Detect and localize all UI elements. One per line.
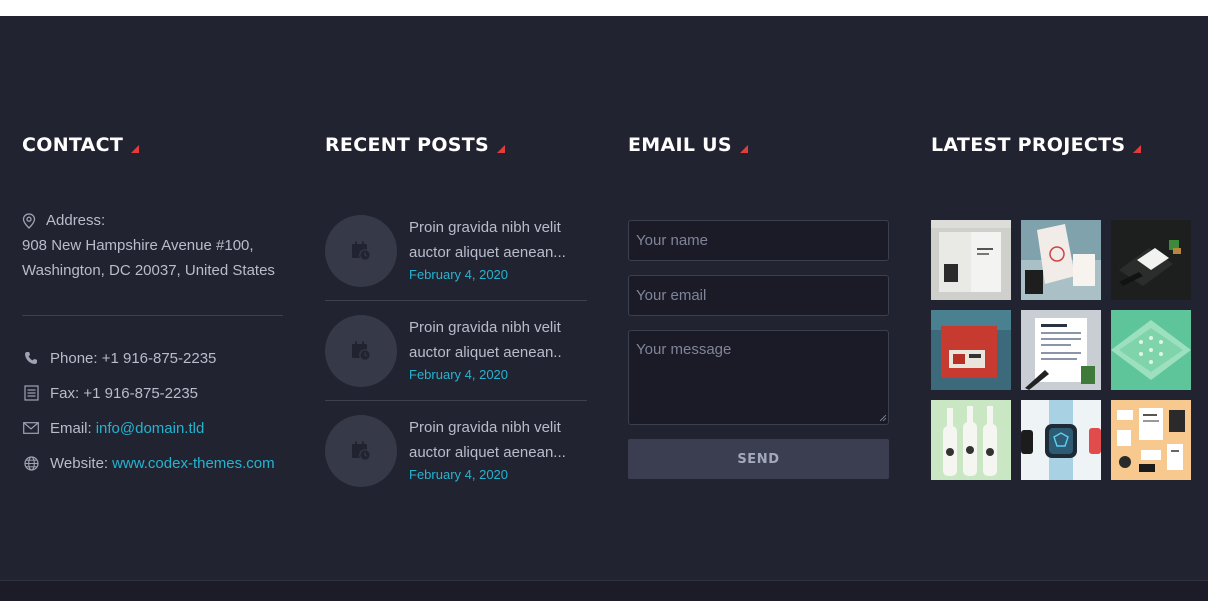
phone-text: Phone: +1 916-875-2235: [50, 349, 217, 367]
heading-corner-mark: [1133, 145, 1142, 153]
heading-corner-mark: [497, 145, 506, 153]
address-line-1: 908 New Hampshire Avenue #100,: [22, 237, 254, 254]
heading-corner-mark: [739, 145, 748, 153]
calendar-clock-icon: [352, 241, 371, 261]
post-separator: [325, 300, 587, 301]
phone-row: Phone: +1 916-875-2235: [22, 348, 216, 368]
latest-projects-heading: LATEST PROJECTS: [931, 133, 1142, 157]
post-date: February 4, 2020: [409, 267, 509, 282]
fax-row: Fax: +1 916-875-2235: [22, 383, 198, 403]
address-line-2: Washington, DC 20037, United States: [22, 262, 275, 279]
post-date: February 4, 2020: [409, 367, 509, 382]
recent-post-item[interactable]: Proin gravida nibh velit auctor aliquet a…: [325, 415, 587, 515]
post-thumbnail[interactable]: [325, 315, 397, 387]
contact-divider: [22, 315, 283, 316]
recent-posts-heading: RECENT POSTS: [325, 133, 506, 157]
email-row: Email: info@domain.tld: [22, 418, 204, 438]
recent-post-item[interactable]: Proin gravida nibh velit auctor aliquet a…: [325, 315, 587, 415]
envelope-icon: [22, 419, 40, 437]
resize-grip-icon[interactable]: [880, 415, 886, 421]
post-thumbnail[interactable]: [325, 415, 397, 487]
project-thumbnail[interactable]: [1111, 220, 1191, 300]
project-thumbnail[interactable]: [1021, 400, 1101, 480]
address-block: Address: 908 New Hampshire Avenue #100, …: [22, 208, 292, 283]
website-label: Website:: [50, 454, 109, 472]
heading-corner-mark: [131, 145, 140, 153]
project-thumbnail[interactable]: [1021, 310, 1101, 390]
post-date: February 4, 2020: [409, 467, 509, 482]
email-link[interactable]: info@domain.tld: [96, 420, 205, 437]
email-label: Email:: [50, 419, 92, 437]
address-label: Address:: [46, 212, 106, 229]
post-thumbnail[interactable]: [325, 215, 397, 287]
globe-icon: [22, 454, 40, 472]
website-row: Website: www.codex-themes.com: [22, 453, 275, 473]
post-separator: [325, 400, 587, 401]
site-footer: CONTACT Address: 908 New Hampshire Avenu…: [0, 16, 1208, 580]
send-button[interactable]: SEND: [628, 439, 889, 479]
project-thumbnail[interactable]: [1111, 310, 1191, 390]
recent-post-item[interactable]: Proin gravida nibh velit auctor aliquet a…: [325, 215, 587, 315]
calendar-clock-icon: [352, 441, 371, 461]
fax-icon: [22, 384, 40, 402]
fax-text: Fax: +1 916-875-2235: [50, 384, 199, 402]
phone-icon: [22, 349, 40, 367]
contact-heading: CONTACT: [22, 133, 140, 157]
project-thumbnail[interactable]: [931, 400, 1011, 480]
calendar-clock-icon: [352, 341, 371, 361]
project-thumbnail[interactable]: [931, 220, 1011, 300]
project-thumbnail[interactable]: [931, 310, 1011, 390]
post-title[interactable]: Proin gravida nibh velit auctor aliquet a…: [409, 315, 584, 365]
email-input[interactable]: [628, 275, 889, 316]
top-white-bar: [0, 0, 1208, 16]
email-us-heading: EMAIL US: [628, 133, 748, 157]
project-thumbnail[interactable]: [1021, 220, 1101, 300]
project-thumbnail[interactable]: [1111, 400, 1191, 480]
post-title[interactable]: Proin gravida nibh velit auctor aliquet a…: [409, 415, 584, 465]
location-pin-icon: [22, 212, 36, 229]
footer-bottom-bar: [0, 580, 1208, 601]
name-input[interactable]: [628, 220, 889, 261]
message-textarea[interactable]: [628, 330, 889, 425]
post-title[interactable]: Proin gravida nibh velit auctor aliquet a…: [409, 215, 584, 265]
website-link[interactable]: www.codex-themes.com: [112, 455, 275, 472]
